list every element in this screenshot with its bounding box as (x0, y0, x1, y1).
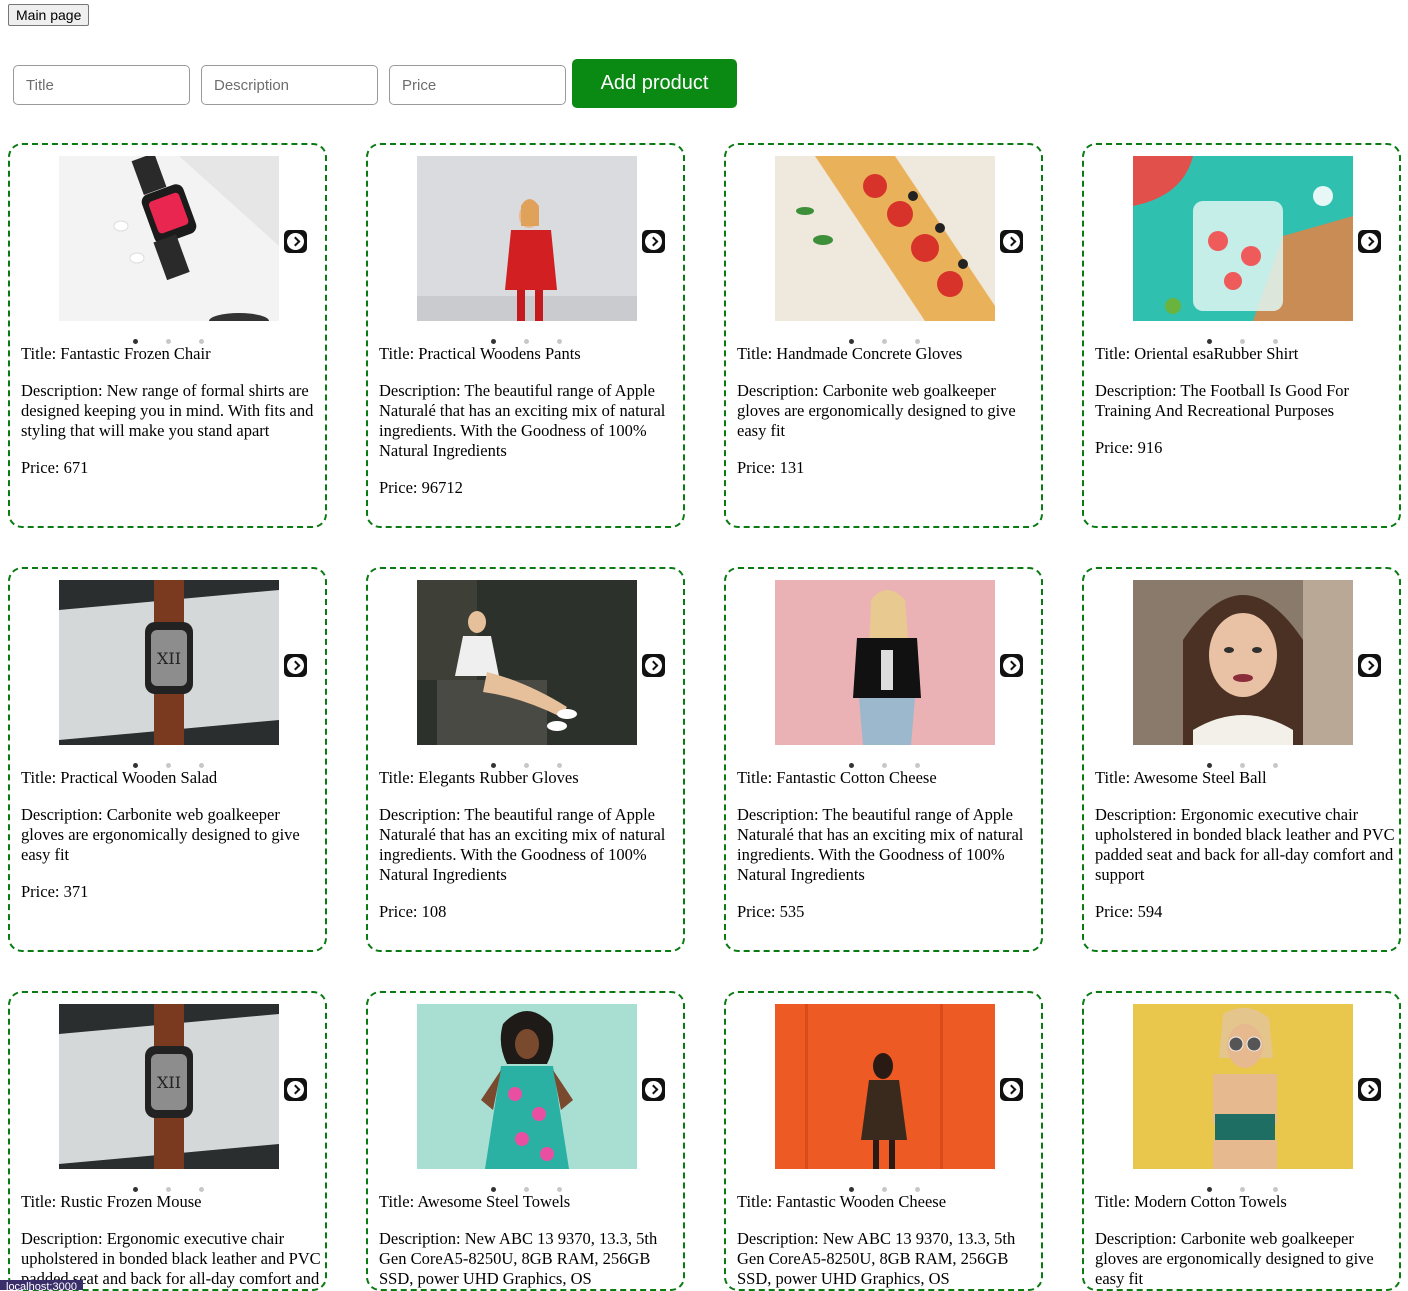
product-title: Title: Fantastic Cotton Cheese (737, 768, 937, 787)
product-image (417, 156, 637, 321)
next-image-arrow-icon[interactable] (642, 1078, 665, 1101)
product-card: Title: Fantastic Cotton Cheese Descriptio… (724, 567, 1043, 952)
product-price: Price: 594 (1095, 902, 1163, 921)
next-image-arrow-icon[interactable] (642, 654, 665, 677)
product-title: Title: Practical Woodens Pants (379, 344, 581, 363)
product-title: Title: Fantastic Frozen Chair (21, 344, 211, 363)
product-image (417, 580, 637, 745)
add-product-button[interactable]: Add product (572, 59, 737, 108)
product-title: Title: Fantastic Wooden Cheese (737, 1192, 947, 1211)
product-card: XII Title: Rustic Frozen Mouse Descriptio… (8, 991, 327, 1291)
next-image-arrow-icon[interactable] (284, 654, 307, 677)
product-title: Title: Practical Wooden Salad (21, 768, 218, 787)
product-card: Title: Awesome Steel Ball Description: Er… (1082, 567, 1401, 952)
product-description: Description: New ABC 13 9370, 13.3, 5th … (737, 1229, 1016, 1288)
product-description: Description: The beautiful range of Appl… (737, 805, 1024, 884)
product-description: Description: New range of formal shirts … (21, 381, 314, 440)
title-input[interactable] (13, 65, 190, 105)
next-image-arrow-icon[interactable] (284, 1078, 307, 1101)
product-card: Title: Handmade Concrete Gloves Descripti… (724, 143, 1043, 528)
main-page-button[interactable]: Main page (8, 4, 90, 26)
product-description: Description: Carbonite web goalkeeper gl… (21, 805, 300, 864)
product-card: Title: Modern Cotton Towels Description: … (1082, 991, 1401, 1291)
product-image (1133, 1004, 1353, 1169)
product-image (1133, 580, 1353, 745)
next-image-arrow-icon[interactable] (1000, 654, 1023, 677)
svg-text:XII: XII (157, 1073, 181, 1092)
product-description: Description: The Football Is Good For Tr… (1095, 381, 1350, 420)
product-image (775, 1004, 995, 1169)
status-bar-url: localhost:3000 (0, 1280, 83, 1290)
product-title: Title: Oriental esaRubber Shirt (1095, 344, 1299, 363)
next-image-arrow-icon[interactable] (642, 230, 665, 253)
next-image-arrow-icon[interactable] (1358, 1078, 1381, 1101)
product-image (775, 156, 995, 321)
price-input[interactable] (389, 65, 566, 105)
next-image-arrow-icon[interactable] (1358, 654, 1381, 677)
product-price: Price: 671 (21, 458, 89, 477)
svg-text:XII: XII (157, 649, 181, 668)
product-description: Description: New ABC 13 9370, 13.3, 5th … (379, 1229, 658, 1288)
product-price: Price: 916 (1095, 438, 1163, 457)
product-description: Description: The beautiful range of Appl… (379, 381, 666, 460)
product-price: Price: 108 (379, 902, 447, 921)
next-image-arrow-icon[interactable] (284, 230, 307, 253)
product-image (1133, 156, 1353, 321)
product-title: Title: Awesome Steel Ball (1095, 768, 1267, 787)
product-title: Title: Modern Cotton Towels (1095, 1192, 1287, 1211)
product-card: XII Title: Practical Wooden Salad Descrip… (8, 567, 327, 952)
product-image (417, 1004, 637, 1169)
product-price: Price: 131 (737, 458, 805, 477)
next-image-arrow-icon[interactable] (1000, 1078, 1023, 1101)
product-description: Description: Ergonomic executive chair u… (1095, 805, 1395, 884)
product-card: Title: Practical Woodens Pants Descriptio… (366, 143, 685, 528)
product-card: Title: Oriental esaRubber Shirt Descripti… (1082, 143, 1401, 528)
product-price: Price: 96712 (379, 478, 463, 497)
product-title: Title: Handmade Concrete Gloves (737, 344, 963, 363)
product-image: XII (59, 1004, 279, 1169)
product-card: Title: Elegants Rubber Gloves Description… (366, 567, 685, 952)
product-price: Price: 371 (21, 882, 89, 901)
product-image (775, 580, 995, 745)
product-description: Description: Carbonite web goalkeeper gl… (737, 381, 1016, 440)
product-image: XII (59, 580, 279, 745)
product-description: Description: Carbonite web goalkeeper gl… (1095, 1229, 1374, 1288)
next-image-arrow-icon[interactable] (1358, 230, 1381, 253)
product-card: Title: Awesome Steel Towels Description: … (366, 991, 685, 1291)
product-card: Title: Fantastic Wooden Cheese Descriptio… (724, 991, 1043, 1291)
product-price: Price: 535 (737, 902, 805, 921)
product-title: Title: Rustic Frozen Mouse (21, 1192, 202, 1211)
product-image (59, 156, 279, 321)
product-card: Title: Fantastic Frozen Chair Description… (8, 143, 327, 528)
product-title: Title: Awesome Steel Towels (379, 1192, 571, 1211)
product-description: Description: The beautiful range of Appl… (379, 805, 666, 884)
next-image-arrow-icon[interactable] (1000, 230, 1023, 253)
description-input[interactable] (201, 65, 378, 105)
product-title: Title: Elegants Rubber Gloves (379, 768, 579, 787)
